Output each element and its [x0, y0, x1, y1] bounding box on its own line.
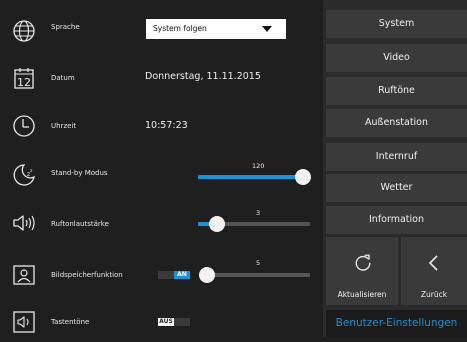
menu-ringtones-button[interactable]: Ruftöne [326, 77, 467, 105]
menu-intercom-button[interactable]: Internruf [326, 143, 467, 171]
refresh-button[interactable]: Aktualisieren [326, 237, 398, 305]
language-select[interactable]: System folgen [146, 19, 286, 39]
standby-row: z z Stand-by Modus [0, 154, 323, 194]
menu-system-button[interactable]: System [326, 10, 467, 38]
back-label: Zurück [420, 290, 448, 299]
language-selected-value: System folgen [153, 24, 207, 33]
menu-video-button[interactable]: Video [326, 44, 467, 72]
standby-label: Stand-by Modus [51, 169, 108, 177]
standby-slider-handle[interactable] [295, 169, 311, 185]
globe-icon [13, 20, 35, 42]
refresh-label: Aktualisieren [337, 290, 387, 299]
key-tones-label: Tastentöne [51, 318, 90, 326]
ring-volume-slider-value: 3 [256, 209, 261, 217]
standby-moon-icon: z z [13, 164, 35, 186]
key-tones-toggle[interactable]: AUS [158, 318, 190, 326]
image-memory-slider-handle[interactable] [199, 267, 215, 283]
calendar-icon: 12 [14, 68, 34, 89]
key-tones-toggle-state: AUS [158, 318, 174, 326]
back-button[interactable]: Zurück [401, 237, 467, 305]
svg-text:z: z [30, 169, 33, 174]
menu-information-button[interactable]: Information [326, 206, 467, 234]
language-label: Sprache [51, 23, 80, 31]
clock-icon [13, 115, 35, 137]
ring-volume-slider-handle[interactable] [209, 216, 225, 232]
settings-panel: Sprache System folgen 12 Datum Donnersta… [0, 0, 323, 337]
speaker-icon [13, 215, 35, 231]
image-memory-slider-track[interactable] [206, 273, 310, 277]
date-label: Datum [51, 74, 75, 82]
calendar-day-number: 12 [17, 76, 31, 89]
image-memory-icon [13, 265, 35, 285]
refresh-icon [355, 254, 371, 271]
standby-slider-fill [198, 175, 302, 179]
menu-panel: System Video Ruftöne Außenstation Intern… [323, 0, 467, 337]
chevron-left-icon [428, 255, 438, 271]
image-memory-slider-value: 5 [256, 259, 261, 267]
date-value: Donnerstag, 11.11.2015 [145, 71, 261, 82]
time-label: Uhrzeit [51, 122, 77, 130]
image-memory-toggle[interactable]: AN [158, 271, 190, 279]
image-memory-label: Bildspeicherfunktion [51, 271, 123, 279]
ring-volume-label: Ruftonlautstärke [51, 220, 109, 228]
time-row: Uhrzeit 10:57:23 [0, 105, 323, 145]
chevron-down-icon [262, 26, 272, 32]
time-value: 10:57:23 [145, 120, 188, 131]
standby-slider-value: 120 [252, 162, 265, 170]
menu-weather-button[interactable]: Wetter [326, 174, 467, 202]
date-row: 12 Datum Donnerstag, 11.11.2015 [0, 57, 323, 97]
menu-outdoor-station-button[interactable]: Außenstation [326, 109, 467, 137]
page-title: Benutzer-Einstellungen [326, 310, 467, 337]
image-memory-toggle-state: AN [174, 271, 190, 279]
key-tone-icon [13, 311, 35, 333]
